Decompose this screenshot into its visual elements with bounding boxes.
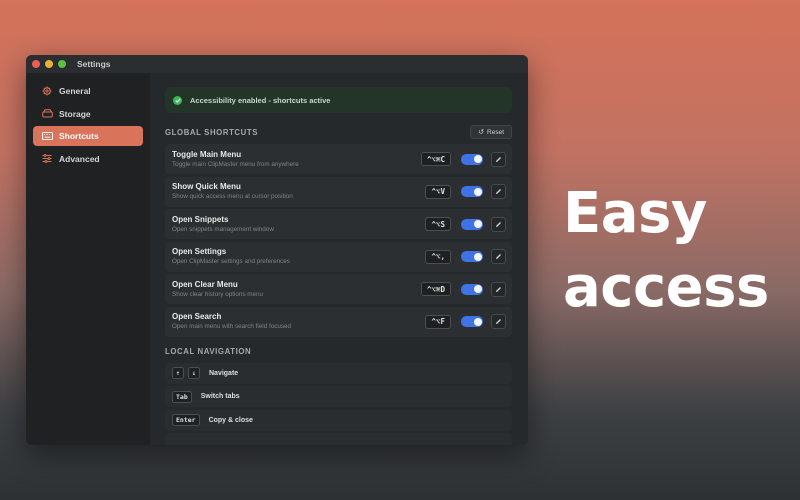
edit-shortcut-button[interactable] [491,314,506,329]
shortcut-row-toggle-main-menu: Toggle Main Menu Toggle main ClipMaster … [165,144,512,174]
settings-window: Settings General Storage Shortcuts Advan… [26,55,528,445]
shortcut-title: Toggle Main Menu [172,149,242,159]
arrow-down-key: ↓ [188,367,200,379]
pencil-icon [496,286,501,292]
shortcut-title: Open Snippets [172,214,229,224]
section-title: LOCAL NAVIGATION [165,347,252,356]
shortcut-keys[interactable]: ^⌥S [425,217,451,231]
reset-label: Reset [487,128,504,136]
sidebar-item-advanced[interactable]: Advanced [33,149,143,169]
shortcut-description: Open ClipMaster settings and preferences [172,258,290,265]
tab-key: Tab [172,390,192,403]
shortcut-description: Open snippets management window [172,225,274,233]
minimize-window-button[interactable] [45,60,53,68]
reset-button[interactable]: ↺ Reset [470,125,512,139]
shortcut-keys[interactable]: ^⌥V [425,184,451,199]
shortcut-description: Show clear history options menu [172,290,264,298]
keyboard-icon [41,130,53,142]
shortcut-keys[interactable]: ^⌥F [425,314,451,329]
drive-icon [41,108,53,120]
shortcut-row-show-quick-menu: Show Quick Menu Show quick access menu a… [165,176,512,207]
pencil-icon [496,254,501,259]
arrow-up-key: ↑ [172,367,184,379]
nav-row-navigate: ↑ ↓ Navigate [165,362,512,384]
close-window-button[interactable] [32,60,40,68]
pencil-icon [496,189,501,194]
window-title: Settings [77,59,111,69]
gear-icon [41,85,53,97]
shortcut-toggle[interactable] [461,153,483,165]
zoom-window-button[interactable] [58,60,66,68]
section-title: GLOBAL SHORTCUTS [165,127,259,137]
global-shortcuts-header: GLOBAL SHORTCUTS ↺ Reset [165,124,512,140]
shortcut-row-open-clear-menu: Open Clear Menu Show clear history optio… [165,274,512,304]
sidebar-item-label: Advanced [59,153,100,164]
sidebar-item-label: General [59,86,91,96]
edit-shortcut-button[interactable] [491,151,506,167]
sidebar-item-label: Shortcuts [59,131,99,141]
accessibility-banner: Accessibility enabled - shortcuts active [165,87,512,113]
nav-row-partial [165,433,512,445]
shortcut-row-open-settings: Open Settings Open ClipMaster settings a… [165,241,512,272]
local-navigation-header: LOCAL NAVIGATION [165,345,512,359]
pencil-icon [496,156,501,162]
banner-text: Accessibility enabled - shortcuts active [190,95,331,105]
local-navigation-list: ↑ ↓ Navigate Tab Switch tabs Enter Copy … [165,362,512,445]
shortcut-title: Open Search [172,312,222,321]
pencil-icon [496,319,501,324]
nav-row-switch-tabs: Tab Switch tabs [165,386,512,407]
shortcuts-panel: Accessibility enabled - shortcuts active… [150,73,528,445]
nav-label: Switch tabs [200,393,240,400]
sidebar: General Storage Shortcuts Advanced [26,73,150,445]
shortcut-title: Show Quick Menu [172,182,241,191]
edit-shortcut-button[interactable] [491,184,506,199]
headline-line-1: Easy [563,181,707,246]
check-circle-icon [173,95,182,105]
shortcut-list: Toggle Main Menu Toggle main ClipMaster … [165,144,512,337]
nav-row-copy-close: Enter Copy & close [165,409,512,431]
shortcut-title: Open Settings [172,247,227,256]
shortcut-toggle[interactable] [461,283,483,295]
sidebar-item-storage[interactable]: Storage [33,104,143,124]
sliders-icon [41,153,53,165]
sidebar-item-general[interactable]: General [33,81,143,101]
shortcut-toggle[interactable] [461,316,483,327]
headline-line-2: access [563,255,769,320]
enter-key: Enter [172,414,200,426]
nav-label: Navigate [209,369,239,377]
marketing-headline: Easy access [563,177,769,325]
shortcut-title: Open Clear Menu [172,279,238,289]
edit-shortcut-button[interactable] [491,216,506,232]
shortcut-description: Show quick access menu at cursor positio… [172,193,293,200]
shortcut-toggle[interactable] [461,251,483,262]
shortcut-row-open-snippets: Open Snippets Open snippets management w… [165,209,512,239]
edit-shortcut-button[interactable] [491,249,506,264]
shortcut-keys[interactable]: ^⌥⌘C [420,152,451,166]
shortcut-toggle[interactable] [461,218,483,230]
nav-label: Copy & close [208,416,253,424]
sidebar-item-label: Storage [59,108,91,119]
shortcut-row-open-search: Open Search Open main menu with search f… [165,306,512,337]
edit-shortcut-button[interactable] [491,281,506,297]
shortcut-toggle[interactable] [461,186,483,197]
shortcut-description: Toggle main ClipMaster menu from anywher… [172,160,299,168]
title-bar: Settings [26,55,528,73]
shortcut-description: Open main menu with search field focused [172,323,292,330]
shortcut-keys[interactable]: ^⌥, [425,249,451,264]
pencil-icon [496,221,501,227]
sidebar-item-shortcuts[interactable]: Shortcuts [33,126,143,146]
reset-icon: ↺ [478,129,485,136]
shortcut-keys[interactable]: ^⌥⌘D [420,282,451,296]
